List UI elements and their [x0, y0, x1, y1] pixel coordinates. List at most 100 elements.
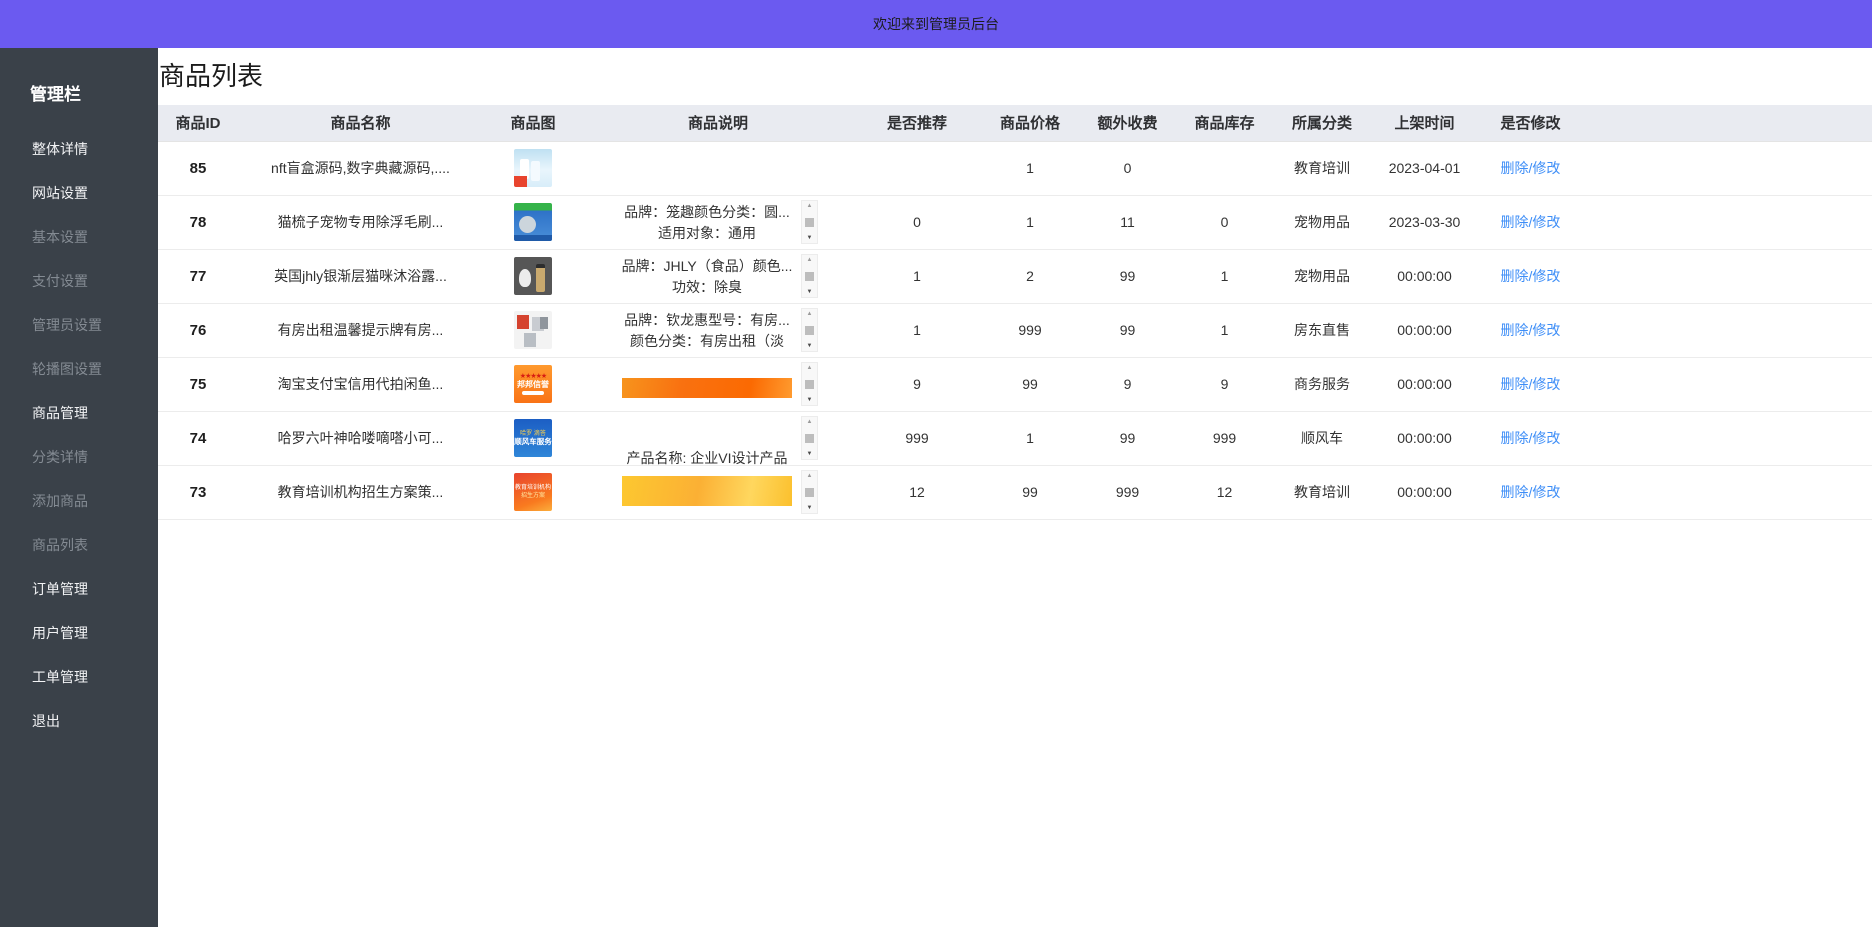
scrollbar-thumb[interactable] [805, 272, 814, 281]
cell-filler [1583, 141, 1872, 195]
column-header: 是否推荐 [853, 105, 981, 141]
column-header: 是否修改 [1478, 105, 1583, 141]
product-image-text: 邦邦信誉 [517, 381, 549, 389]
description-scrollbar[interactable]: ▲▼ [801, 254, 818, 298]
delete-edit-link[interactable]: 删除/修改 [1501, 322, 1561, 338]
sidebar-item[interactable]: 分类详情 [0, 435, 158, 479]
scrollbar-thumb[interactable] [805, 488, 814, 497]
cell-filler [1583, 411, 1872, 465]
sidebar-title: 管理栏 [0, 48, 158, 105]
description-textarea[interactable]: 品牌：笼趣颜色分类：圆...适用对象：通用 [618, 202, 796, 242]
delete-edit-link[interactable]: 删除/修改 [1501, 160, 1561, 176]
delete-edit-link[interactable]: 删除/修改 [1501, 376, 1561, 392]
scrollbar-thumb[interactable] [805, 380, 814, 389]
sidebar-item[interactable]: 轮播图设置 [0, 347, 158, 391]
scroll-down-icon[interactable]: ▼ [807, 397, 813, 403]
cell-product-name: 英国jhly银渐层猫咪沐浴露... [238, 249, 483, 303]
product-image: 教育培训机构招生方案 [514, 473, 552, 511]
description-textarea[interactable] [618, 472, 796, 512]
delete-edit-link[interactable]: 删除/修改 [1501, 430, 1561, 446]
description-scrollbar[interactable]: ▲▼ [801, 362, 818, 406]
cell-product-image: ★★★★★邦邦信誉 [483, 357, 583, 411]
description-scrollbar[interactable]: ▲▼ [801, 200, 818, 244]
cell-stock: 12 [1176, 465, 1273, 519]
cell-category: 宠物用品 [1273, 249, 1371, 303]
column-header: 商品说明 [583, 105, 853, 141]
cell-product-image [483, 141, 583, 195]
scroll-up-icon[interactable]: ▲ [807, 311, 813, 317]
cell-product-name: 教育培训机构招生方案策... [238, 465, 483, 519]
scroll-down-icon[interactable]: ▼ [807, 451, 813, 457]
column-header: 商品价格 [981, 105, 1079, 141]
cell-shelf-time: 00:00:00 [1371, 357, 1478, 411]
table-row: 76有房出租温馨提示牌有房...品牌：钦龙惠型号：有房...颜色分类：有房出租（… [158, 303, 1872, 357]
product-image-text: 教育培训机构 [515, 484, 551, 492]
description-line: 产品名称: 企业VI设计产品 [626, 448, 787, 469]
cell-actions: 删除/修改 [1478, 195, 1583, 249]
cell-stock: 1 [1176, 249, 1273, 303]
description-textarea[interactable]: 品牌：钦龙惠型号：有房...颜色分类：有房出租（淡 [618, 310, 796, 350]
scroll-down-icon[interactable]: ▼ [807, 235, 813, 241]
scroll-up-icon[interactable]: ▲ [807, 365, 813, 371]
description-scrollbar[interactable]: ▲▼ [801, 308, 818, 352]
cell-filler [1583, 195, 1872, 249]
cell-shelf-time: 00:00:00 [1371, 465, 1478, 519]
cell-actions: 删除/修改 [1478, 411, 1583, 465]
sidebar-item[interactable]: 支付设置 [0, 259, 158, 303]
description-line: 品牌：钦龙惠型号：有房... [618, 310, 796, 331]
sidebar-item[interactable]: 管理员设置 [0, 303, 158, 347]
cell-price: 1 [981, 195, 1079, 249]
scrollbar-thumb[interactable] [805, 218, 814, 227]
scroll-up-icon[interactable]: ▲ [807, 203, 813, 209]
cell-extra-fee: 99 [1079, 411, 1176, 465]
product-image [514, 311, 552, 349]
sidebar-item[interactable]: 退出 [0, 699, 158, 743]
description-scrollbar[interactable]: ▲▼ [801, 416, 818, 460]
sidebar-item[interactable]: 商品列表 [0, 523, 158, 567]
cell-shelf-time: 00:00:00 [1371, 249, 1478, 303]
welcome-banner-text: 欢迎来到管理员后台 [873, 14, 999, 34]
description-scrollbar[interactable]: ▲▼ [801, 470, 818, 514]
page-title: 商品列表 [158, 48, 1872, 105]
sidebar: 管理栏 整体详情网站设置基本设置支付设置管理员设置轮播图设置商品管理分类详情添加… [0, 48, 158, 927]
delete-edit-link[interactable]: 删除/修改 [1501, 484, 1561, 500]
sidebar-item[interactable]: 用户管理 [0, 611, 158, 655]
scroll-down-icon[interactable]: ▼ [807, 505, 813, 511]
cell-recommend [853, 141, 981, 195]
sidebar-item[interactable]: 添加商品 [0, 479, 158, 523]
sidebar-item[interactable]: 整体详情 [0, 127, 158, 171]
sidebar-item[interactable]: 订单管理 [0, 567, 158, 611]
scroll-down-icon[interactable]: ▼ [807, 343, 813, 349]
cell-product-name: 有房出租温馨提示牌有房... [238, 303, 483, 357]
description-textarea[interactable] [618, 364, 796, 404]
description-textarea[interactable]: 品牌：JHLY（食品）颜色...功效：除臭 [618, 256, 796, 296]
cell-extra-fee: 99 [1079, 249, 1176, 303]
cell-product-id: 77 [158, 249, 238, 303]
scroll-up-icon[interactable]: ▲ [807, 419, 813, 425]
description-textarea[interactable]: 产品名称: 企业VI设计产品 [618, 423, 796, 469]
scroll-up-icon[interactable]: ▲ [807, 257, 813, 263]
scrollbar-thumb[interactable] [805, 434, 814, 443]
cell-recommend: 0 [853, 195, 981, 249]
sidebar-item[interactable]: 网站设置 [0, 171, 158, 215]
cell-recommend: 12 [853, 465, 981, 519]
cell-product-description: 品牌：笼趣颜色分类：圆...适用对象：通用▲▼ [583, 195, 853, 249]
cell-actions: 删除/修改 [1478, 303, 1583, 357]
cell-category: 商务服务 [1273, 357, 1371, 411]
delete-edit-link[interactable]: 删除/修改 [1501, 268, 1561, 284]
cell-product-id: 75 [158, 357, 238, 411]
scroll-up-icon[interactable]: ▲ [807, 473, 813, 479]
product-image [514, 203, 552, 241]
cell-product-name: 淘宝支付宝信用代拍闲鱼... [238, 357, 483, 411]
cell-price: 2 [981, 249, 1079, 303]
sidebar-item[interactable]: 商品管理 [0, 391, 158, 435]
sidebar-item[interactable]: 工单管理 [0, 655, 158, 699]
cell-product-image [483, 303, 583, 357]
cell-actions: 删除/修改 [1478, 141, 1583, 195]
scrollbar-thumb[interactable] [805, 326, 814, 335]
delete-edit-link[interactable]: 删除/修改 [1501, 214, 1561, 230]
sidebar-item[interactable]: 基本设置 [0, 215, 158, 259]
cell-product-name: nft盲盒源码,数字典藏源码,.... [238, 141, 483, 195]
scroll-down-icon[interactable]: ▼ [807, 289, 813, 295]
table-row: 74哈罗六叶神哈喽嘀嗒小可...哈罗 滴答顺风车服务产品名称: 企业VI设计产品… [158, 411, 1872, 465]
